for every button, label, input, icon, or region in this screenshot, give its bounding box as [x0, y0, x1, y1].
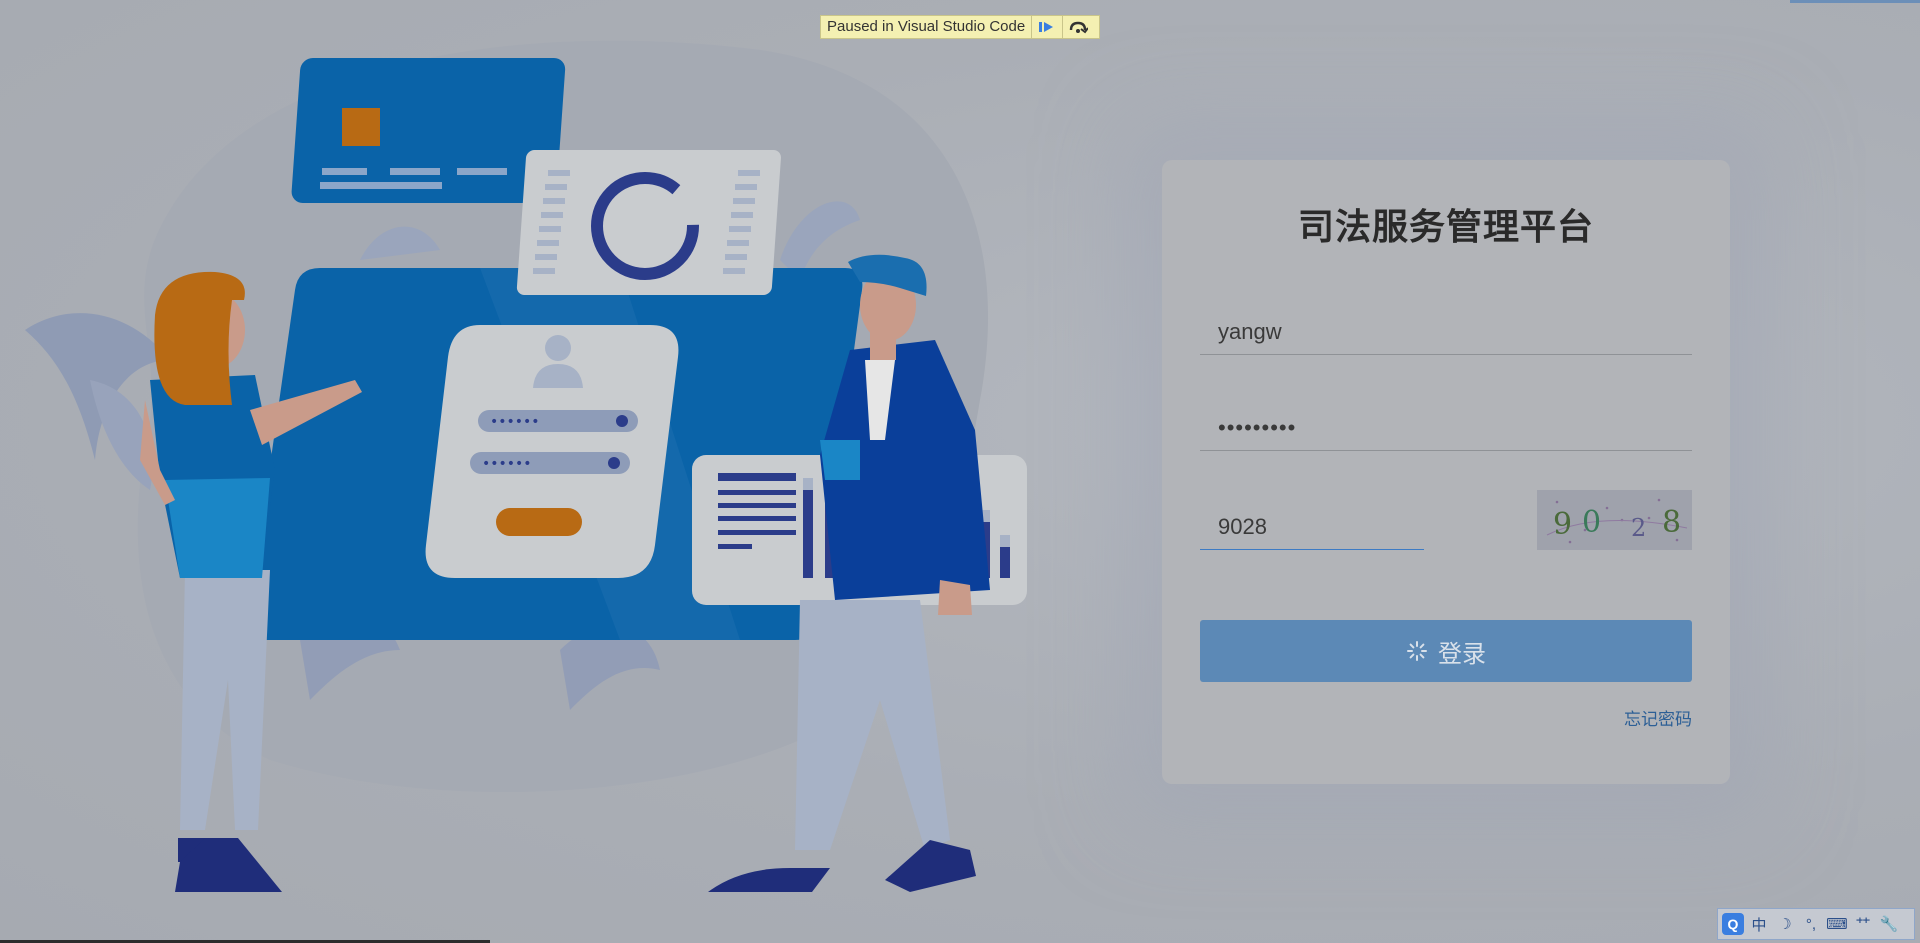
resume-icon: [1039, 22, 1054, 32]
password-field-wrapper: [1200, 406, 1692, 451]
password-input[interactable]: [1200, 406, 1692, 450]
step-over-icon: [1070, 21, 1089, 34]
platform-title: 司法服务管理平台: [1297, 206, 1594, 247]
ime-logo-icon[interactable]: Q: [1722, 913, 1744, 935]
ime-punctuation-icon[interactable]: °,: [1800, 913, 1822, 935]
captcha-input[interactable]: [1200, 505, 1424, 549]
step-over-button[interactable]: [1062, 16, 1093, 38]
ime-settings-wrench-icon[interactable]: 🔧: [1878, 913, 1900, 935]
login-illustration: •••••• ••••••: [25, 40, 1027, 892]
login-mock-card: [425, 325, 679, 578]
svg-text:••••••: ••••••: [490, 414, 540, 430]
login-button-label: 登录: [1438, 640, 1486, 668]
username-field-wrapper: [1200, 310, 1692, 355]
resume-button[interactable]: [1031, 16, 1062, 38]
loading-spinner-icon: [1407, 641, 1427, 661]
debugger-paused-text: Paused in Visual Studio Code: [827, 18, 1026, 35]
login-button[interactable]: 登录: [1200, 620, 1692, 682]
captcha-graphic: 9 0 2 8: [1537, 490, 1692, 550]
ime-toolbar: Q 中 ☽ °, ⌨ ⺿ 🔧: [1717, 908, 1915, 940]
captcha-image[interactable]: 9 0 2 8: [1537, 490, 1692, 550]
username-input[interactable]: [1200, 310, 1692, 354]
ime-chinese-mode[interactable]: 中: [1748, 913, 1770, 935]
svg-text:••••••: ••••••: [482, 456, 532, 472]
login-card: 司法服务管理平台 9 0 2 8: [1162, 160, 1730, 784]
svg-text:2: 2: [1631, 514, 1646, 542]
credit-card-chip: [342, 108, 380, 146]
mock-avatar-head: [545, 335, 571, 361]
ime-halfwidth-moon-icon[interactable]: ☽: [1774, 913, 1796, 935]
debugger-paused-banner: Paused in Visual Studio Code: [820, 15, 1100, 39]
top-edge-strip: [1790, 0, 1920, 3]
captcha-field-wrapper: [1200, 505, 1424, 550]
ime-tools-icon[interactable]: ⺿: [1852, 913, 1874, 935]
mock-login-button: [496, 508, 582, 536]
ime-keyboard-icon[interactable]: ⌨: [1826, 913, 1848, 935]
svg-text:8: 8: [1662, 505, 1681, 540]
svg-text:0: 0: [1582, 505, 1601, 540]
svg-text:9: 9: [1553, 507, 1572, 542]
forgot-password-link[interactable]: 忘记密码: [1624, 705, 1692, 730]
